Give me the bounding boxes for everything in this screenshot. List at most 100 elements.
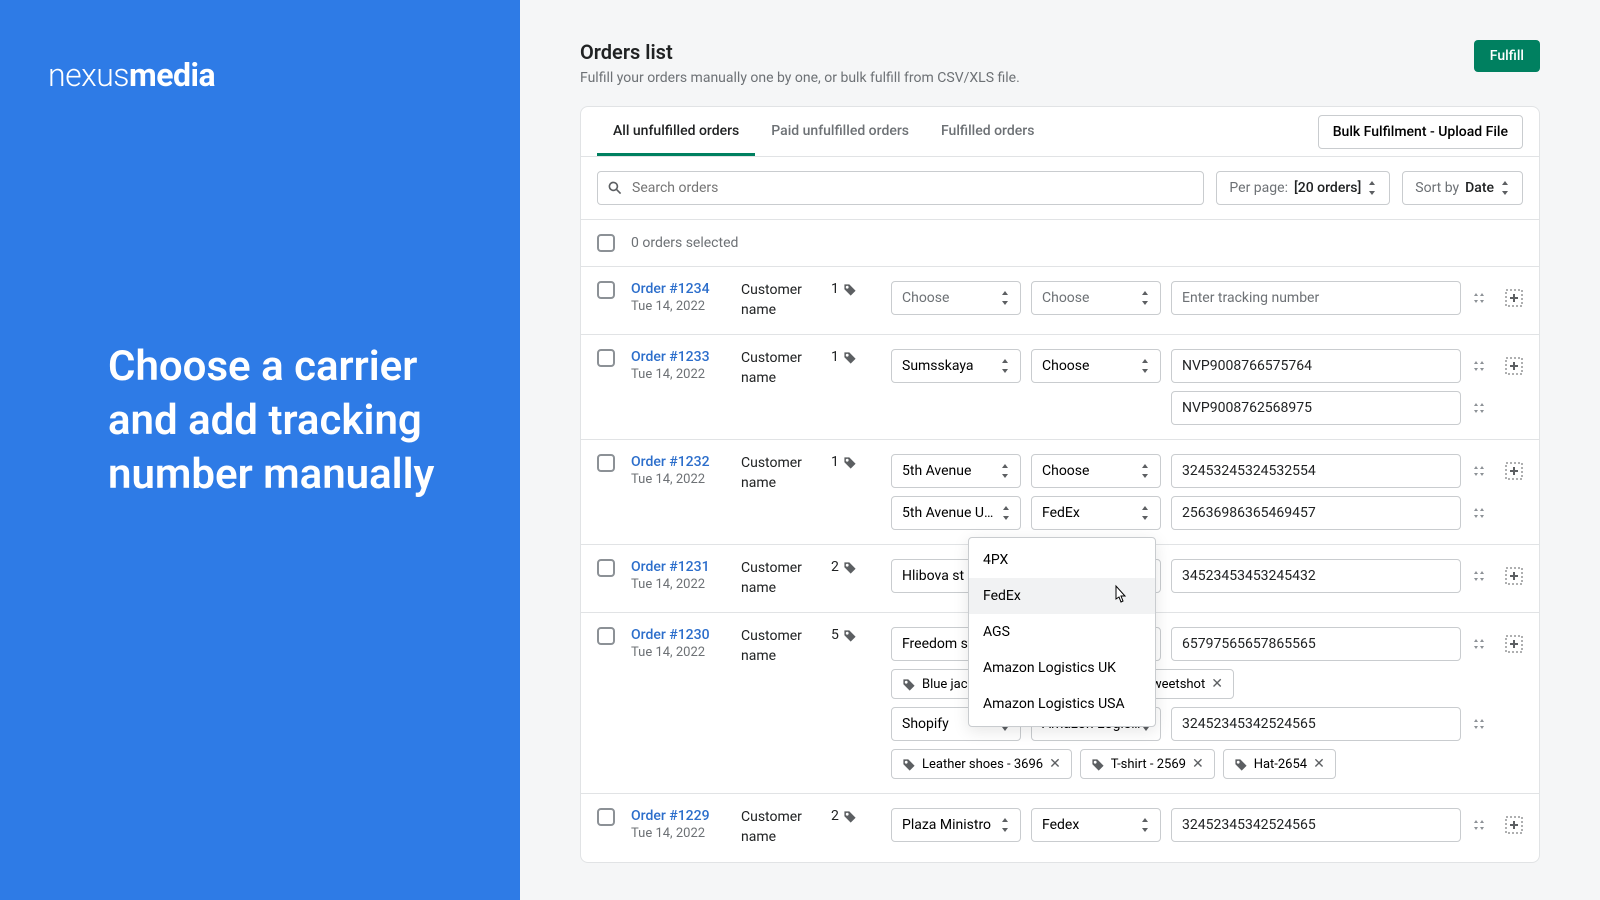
tracking-input[interactable]: 65797565657865565 (1171, 627, 1461, 661)
order-link[interactable]: Order #1232 (631, 454, 710, 470)
remove-chip-icon[interactable]: ✕ (1192, 756, 1204, 772)
tracking-input[interactable]: NVP9008762568975 (1171, 391, 1461, 425)
chevron-icon (1140, 506, 1150, 520)
carrier-select[interactable]: Choose (1031, 281, 1161, 315)
page-subtitle: Fulfill your orders manually one by one,… (580, 70, 1020, 86)
address-select[interactable]: 5th Avenue US/2 (891, 496, 1021, 530)
brand-logo: nexusmedia (48, 56, 472, 94)
tracking-input[interactable]: 25636986365469457 (1171, 496, 1461, 530)
tracking-input[interactable]: 32453245324532554 (1171, 454, 1461, 488)
order-row: Order #1232Tue 14, 2022Customername15th … (581, 439, 1539, 544)
product-chip: T-shirt - 2569✕ (1080, 749, 1215, 779)
dropdown-option[interactable]: AGS (969, 614, 1155, 650)
order-row: Order #1233 Tue 14, 2022Customername1 Sums… (581, 334, 1539, 439)
remove-chip-icon[interactable]: ✕ (1049, 756, 1061, 772)
customer-name: Customername (741, 349, 831, 425)
item-count: 1 (831, 281, 881, 320)
customer-name: Customername (741, 281, 831, 320)
add-row-icon[interactable] (1505, 357, 1523, 375)
remove-chip-icon[interactable]: ✕ (1211, 676, 1223, 692)
carrier-select[interactable]: Fedex (1031, 808, 1161, 842)
order-link[interactable]: Order #1229 (631, 808, 710, 824)
order-link[interactable]: Order #1231 (631, 559, 710, 575)
chevron-icon (1367, 181, 1377, 195)
add-row-icon[interactable] (1505, 816, 1523, 834)
add-row-icon[interactable] (1505, 567, 1523, 585)
per-page-select[interactable]: Per page: [20 orders] (1216, 171, 1390, 205)
address-select[interactable]: Plaza Ministro (891, 808, 1021, 842)
order-row: Order #1229Tue 14, 2022Customername2Plaz… (581, 793, 1539, 861)
item-count: 1 (831, 349, 881, 425)
address-select[interactable]: Sumsskaya (891, 349, 1021, 383)
order-date: Tue 14, 2022 (631, 577, 741, 592)
tracking-input[interactable]: Enter tracking number (1171, 281, 1461, 315)
remove-chip-icon[interactable]: ✕ (1313, 756, 1325, 772)
product-chip: Hat-2654✕ (1223, 749, 1336, 779)
item-count: 5 (831, 627, 881, 779)
order-checkbox[interactable] (597, 808, 615, 826)
add-row-icon[interactable] (1505, 462, 1523, 480)
drag-handle-icon[interactable] (1471, 636, 1487, 652)
chevron-icon (1140, 359, 1150, 373)
table-header: 0 orders selected (581, 220, 1539, 266)
promo-panel: nexusmedia Choose a carrier and add trac… (0, 0, 520, 900)
add-row-icon[interactable] (1505, 289, 1523, 307)
cursor-icon (1110, 584, 1128, 604)
fulfill-button[interactable]: Fulfill (1474, 40, 1540, 72)
order-checkbox[interactable] (597, 559, 615, 577)
drag-handle-icon[interactable] (1471, 400, 1487, 416)
headline: Choose a carrier and add tracking number… (108, 340, 460, 501)
order-link[interactable]: Order #1234 (631, 281, 710, 297)
dropdown-option[interactable]: Amazon Logistics UK (969, 650, 1155, 686)
tab-all-unfulfilled-orders[interactable]: All unfulfilled orders (597, 107, 755, 156)
order-link[interactable]: Order #1230 (631, 627, 710, 643)
drag-handle-icon[interactable] (1471, 716, 1487, 732)
add-row-icon[interactable] (1505, 635, 1523, 653)
order-date: Tue 14, 2022 (631, 299, 741, 314)
tracking-input[interactable]: 32452345342524565 (1171, 707, 1461, 741)
drag-handle-icon[interactable] (1471, 290, 1487, 306)
customer-name: Customername (741, 627, 831, 779)
tracking-input[interactable]: 34523453453245432 (1171, 559, 1461, 593)
carrier-select[interactable]: Choose (1031, 454, 1161, 488)
order-date: Tue 14, 2022 (631, 367, 741, 382)
address-select[interactable]: Choose (891, 281, 1021, 315)
chevron-icon (1000, 291, 1010, 305)
tab-paid-unfulfilled-orders[interactable]: Paid unfulfilled orders (755, 107, 925, 156)
order-checkbox[interactable] (597, 454, 615, 472)
order-row: Order #1234 Tue 14, 2022Customername1 Choo… (581, 266, 1539, 334)
select-all-checkbox[interactable] (597, 234, 615, 252)
main-panel: Orders list Fulfill your orders manually… (520, 0, 1600, 900)
customer-name: Customername (741, 559, 831, 598)
chevron-icon (1000, 818, 1010, 832)
orders-card: All unfulfilled ordersPaid unfulfilled o… (580, 106, 1540, 863)
tracking-input[interactable]: 32452345342524565 (1171, 808, 1461, 842)
carrier-select[interactable]: FedEx (1031, 496, 1161, 530)
search-input[interactable] (597, 171, 1204, 205)
order-checkbox[interactable] (597, 281, 615, 299)
drag-handle-icon[interactable] (1471, 568, 1487, 584)
dropdown-option[interactable]: 4PX (969, 542, 1155, 578)
order-date: Tue 14, 2022 (631, 472, 741, 487)
order-link[interactable]: Order #1233 (631, 349, 710, 365)
order-checkbox[interactable] (597, 349, 615, 367)
chevron-icon (1000, 359, 1010, 373)
order-checkbox[interactable] (597, 627, 615, 645)
carrier-select[interactable]: Choose (1031, 349, 1161, 383)
carrier-dropdown: 4PXFedExAGSAmazon Logistics UKAmazon Log… (968, 537, 1156, 727)
drag-handle-icon[interactable] (1471, 505, 1487, 521)
item-count: 2 (831, 808, 881, 847)
chevron-icon (1140, 291, 1150, 305)
address-select[interactable]: 5th Avenue (891, 454, 1021, 488)
tracking-input[interactable]: NVP9008766575764 (1171, 349, 1461, 383)
drag-handle-icon[interactable] (1471, 358, 1487, 374)
order-date: Tue 14, 2022 (631, 645, 741, 660)
bulk-upload-button[interactable]: Bulk Fulfilment - Upload File (1318, 115, 1523, 149)
drag-handle-icon[interactable] (1471, 463, 1487, 479)
sort-select[interactable]: Sort by Date (1402, 171, 1523, 205)
dropdown-option[interactable]: Amazon Logistics USA (969, 686, 1155, 722)
page-title: Orders list (580, 40, 1020, 64)
tab-fulfilled-orders[interactable]: Fulfilled orders (925, 107, 1050, 156)
drag-handle-icon[interactable] (1471, 817, 1487, 833)
product-chip: Leather shoes - 3696✕ (891, 749, 1072, 779)
